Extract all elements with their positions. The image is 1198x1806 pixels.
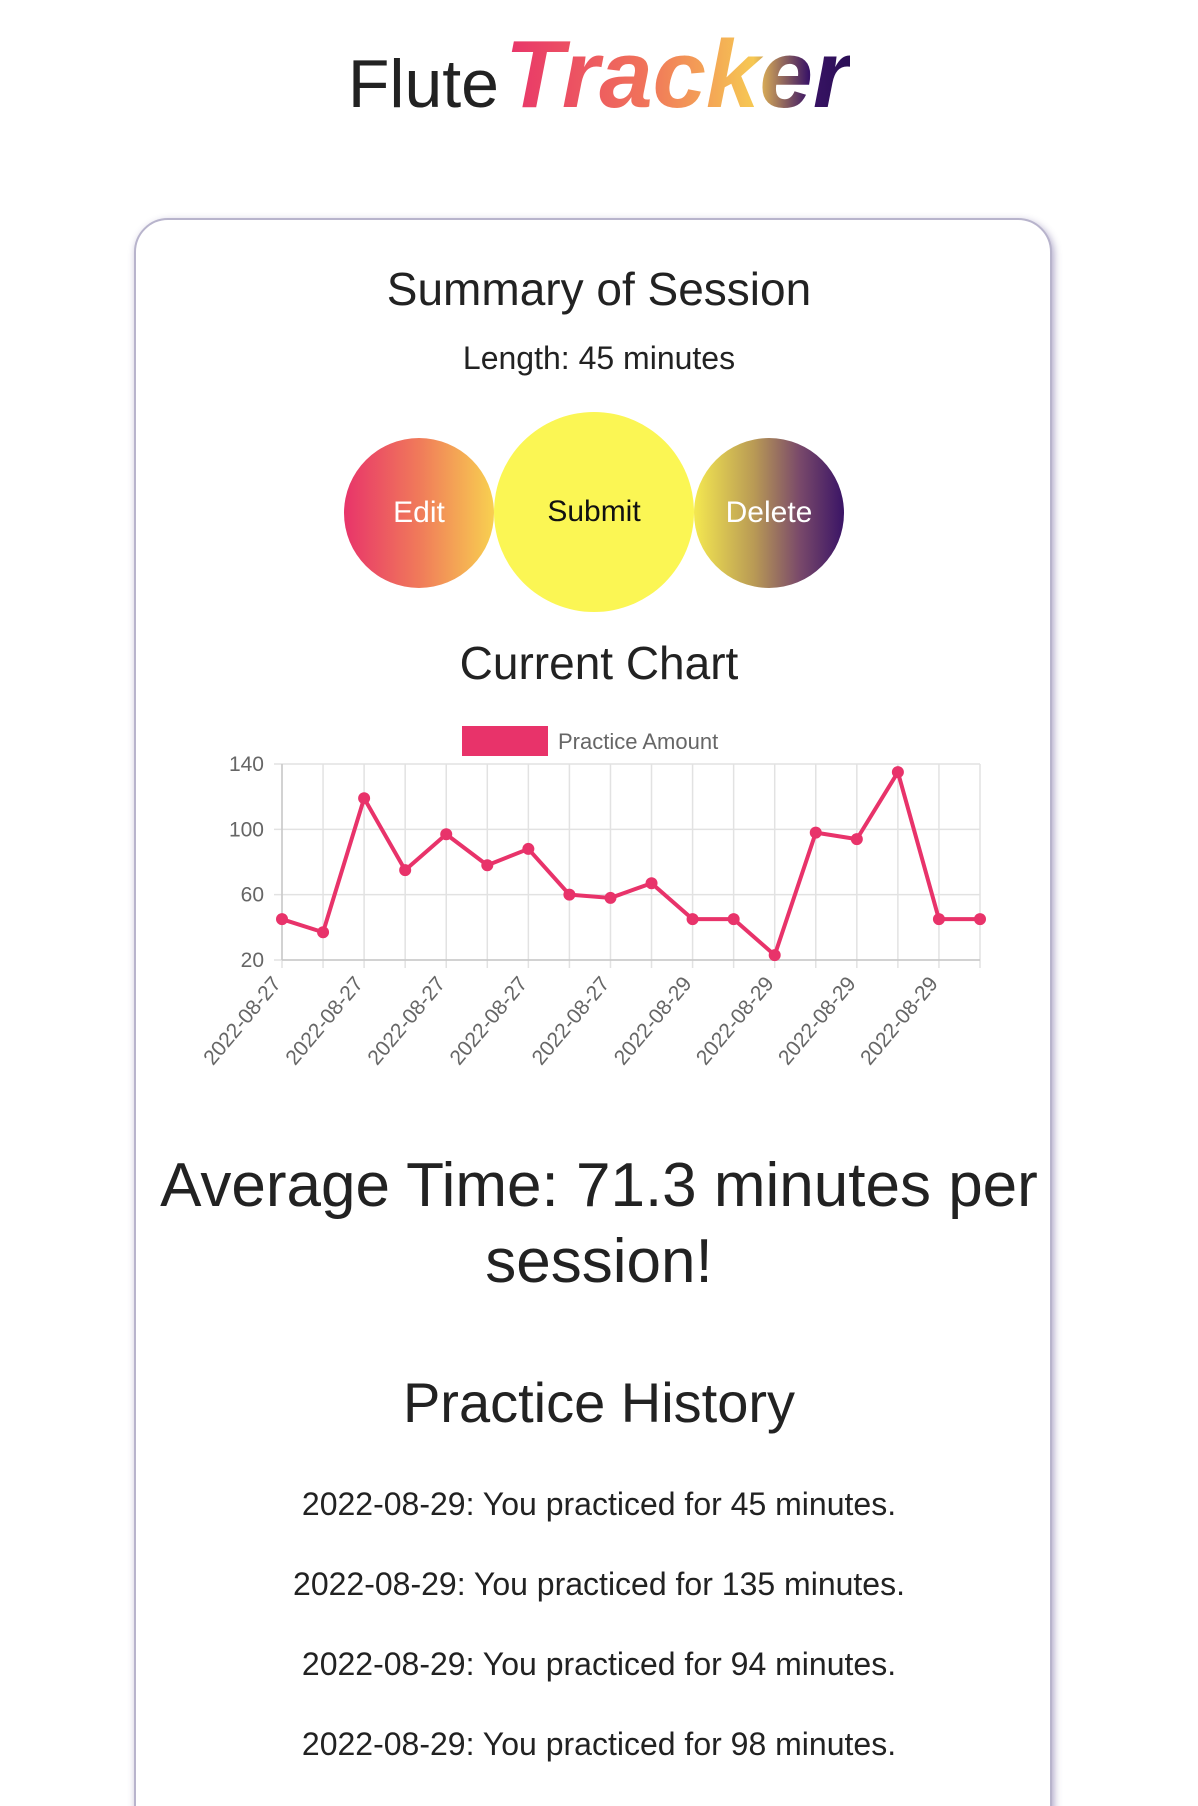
submit-button[interactable]: Submit <box>494 412 694 612</box>
legend-label: Practice Amount <box>558 729 718 754</box>
x-tick-label: 2022-08-29 <box>774 972 861 1069</box>
data-point <box>604 891 617 904</box>
practice-history-list: 2022-08-29: You practiced for 45 minutes… <box>0 1484 1198 1804</box>
data-point <box>932 913 945 926</box>
data-point <box>563 888 576 901</box>
logo-text-flute: Flute <box>347 46 499 122</box>
x-tick-label: 2022-08-27 <box>363 972 450 1069</box>
data-point <box>358 792 371 805</box>
history-entry: 2022-08-29: You practiced for 135 minute… <box>293 1566 905 1602</box>
y-tick-label: 100 <box>229 818 264 841</box>
average-time: Average Time: 71.3 minutes per session! <box>160 1151 1038 1296</box>
history-entry: 2022-08-29: You practiced for 98 minutes… <box>301 1726 897 1762</box>
y-tick-label: 140 <box>229 753 264 776</box>
history-entry: 2022-08-29: You practiced for 94 minutes… <box>301 1646 897 1682</box>
history-entry: 2022-08-29: You practiced for 45 minutes… <box>301 1486 897 1522</box>
y-tick-label: 20 <box>241 949 264 972</box>
data-point <box>481 859 494 872</box>
session-summary-title: Summary of Session <box>386 263 812 315</box>
data-point <box>727 913 740 926</box>
practice-chart: 20601001402022-08-272022-08-272022-08-27… <box>199 726 986 1070</box>
data-point <box>399 864 412 877</box>
x-tick-label: 2022-08-27 <box>199 972 286 1069</box>
data-point <box>317 926 330 939</box>
data-point <box>891 766 904 779</box>
x-tick-label: 2022-08-29 <box>692 972 779 1069</box>
x-tick-label: 2022-08-27 <box>281 972 368 1069</box>
x-tick-label: 2022-08-29 <box>610 972 697 1069</box>
delete-button[interactable]: Delete <box>694 438 844 588</box>
edit-button[interactable]: Edit <box>344 438 494 588</box>
legend-swatch <box>462 726 548 756</box>
data-point <box>850 833 863 846</box>
data-point <box>809 826 822 839</box>
logo-text-tracker: Tracker <box>505 21 851 128</box>
data-point <box>440 828 453 841</box>
data-point <box>974 913 986 926</box>
data-point <box>768 949 781 962</box>
data-point <box>522 842 535 855</box>
data-point <box>686 913 699 926</box>
x-tick-label: 2022-08-27 <box>446 972 533 1069</box>
data-point <box>645 877 658 890</box>
x-tick-label: 2022-08-29 <box>856 972 943 1069</box>
x-tick-label: 2022-08-27 <box>528 972 615 1069</box>
series-line-practice-amount <box>281 770 980 958</box>
y-tick-label: 60 <box>241 884 264 907</box>
page: FluteTracker Summary of Session Length: … <box>0 0 1198 1806</box>
chart-section-title: Current Chart <box>459 637 739 689</box>
data-point <box>276 913 288 926</box>
session-length: Length: 45 minutes <box>462 340 736 376</box>
practice-history-title: Practice History <box>402 1371 796 1434</box>
app-logo: FluteTracker <box>0 20 1198 130</box>
